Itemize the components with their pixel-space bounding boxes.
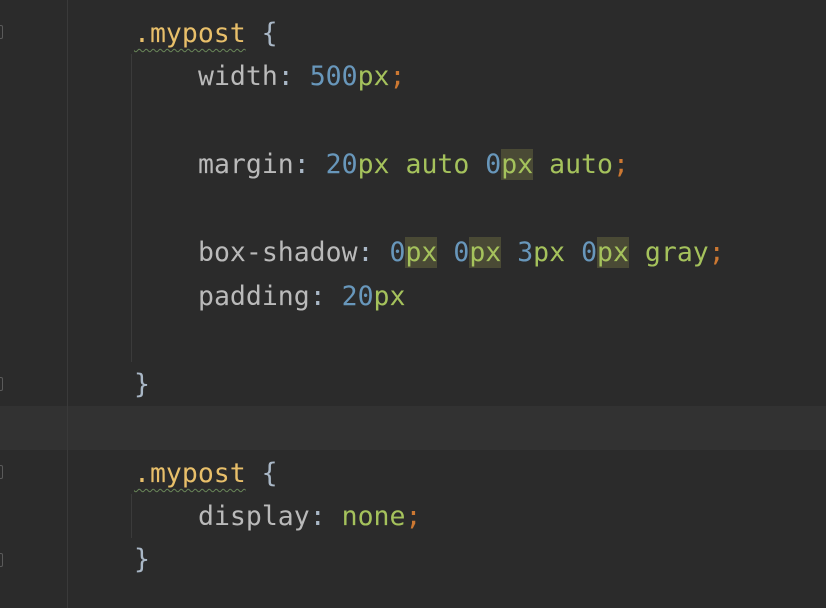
close-brace: }: [134, 544, 150, 575]
keyword-value: auto: [549, 149, 613, 180]
color-value: gray: [644, 237, 709, 268]
css-selector: .mypost: [134, 18, 246, 49]
fold-close-icon[interactable]: [0, 377, 3, 391]
code-line-display[interactable]: display: none;: [198, 495, 421, 539]
unit: px: [373, 281, 406, 312]
semicolon: ;: [405, 501, 422, 532]
colon: :: [277, 61, 294, 92]
property-name: width: [198, 61, 278, 92]
unit-highlighted: px: [597, 237, 629, 268]
colon: :: [309, 501, 326, 532]
fold-open-icon[interactable]: [0, 465, 3, 479]
code-line-width[interactable]: width: 500px;: [198, 55, 405, 99]
number-value: 0: [453, 237, 470, 268]
code-line-padding[interactable]: padding: 20px: [198, 275, 405, 319]
semicolon: ;: [389, 61, 406, 92]
keyword-value: none: [341, 501, 406, 532]
number-value: 0: [389, 237, 406, 268]
open-brace: {: [261, 458, 278, 489]
unit-highlighted: px: [405, 237, 438, 268]
property-name: padding: [198, 281, 310, 312]
unit-highlighted: px: [469, 237, 502, 268]
indent-guide: [131, 54, 132, 362]
colon: :: [357, 237, 374, 268]
indent-guide: [131, 494, 132, 538]
semicolon: ;: [708, 237, 725, 268]
number-value: 20: [341, 281, 374, 312]
unit: px: [357, 61, 390, 92]
property-name: margin: [198, 149, 294, 180]
number-value: 0: [581, 237, 598, 268]
property-name: display: [198, 501, 310, 532]
fold-open-icon[interactable]: [0, 25, 3, 39]
semicolon: ;: [612, 149, 629, 180]
css-selector: .mypost: [134, 458, 246, 489]
current-line-highlight: [0, 406, 826, 450]
number-value: 0: [485, 149, 502, 180]
code-editor[interactable]: .mypost { width: 500px; margin: 20px aut…: [0, 0, 826, 608]
number-value: 20: [325, 149, 358, 180]
code-line-close-brace[interactable]: }: [134, 538, 150, 582]
close-brace: }: [134, 369, 150, 400]
number-value: 3: [517, 237, 534, 268]
code-line-margin[interactable]: margin: 20px auto 0px auto;: [198, 143, 629, 187]
unit: px: [357, 149, 390, 180]
unit: px: [533, 237, 566, 268]
unit-highlighted: px: [501, 149, 534, 180]
code-line-box-shadow[interactable]: box-shadow: 0px 0px 3px 0px gray;: [198, 231, 725, 275]
code-line-selector[interactable]: .mypost {: [134, 452, 278, 496]
code-line-selector[interactable]: .mypost {: [134, 12, 278, 56]
colon: :: [293, 149, 310, 180]
number-value: 500: [309, 61, 358, 92]
open-brace: {: [261, 18, 278, 49]
keyword-value: auto: [405, 149, 470, 180]
fold-close-icon[interactable]: [0, 553, 3, 567]
code-line-close-brace[interactable]: }: [134, 363, 150, 407]
property-name: box-shadow: [198, 237, 358, 268]
gutter-border: [67, 0, 68, 608]
colon: :: [309, 281, 326, 312]
